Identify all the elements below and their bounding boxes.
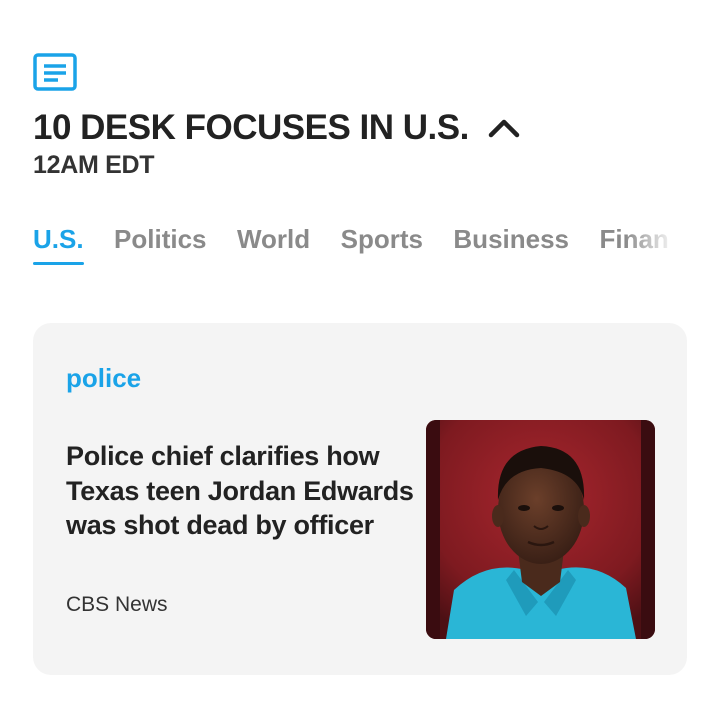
news-page: 10 DESK FOCUSES IN U.S. 12AM EDT U.S. Po…: [0, 0, 720, 706]
article-headline[interactable]: Police chief clarifies how Texas teen Jo…: [66, 439, 416, 543]
tab-world[interactable]: World: [237, 224, 310, 269]
page-title: 10 DESK FOCUSES IN U.S.: [33, 108, 469, 147]
category-tabs: U.S. Politics World Sports Business Fina…: [33, 224, 685, 278]
chevron-up-icon[interactable]: [487, 117, 521, 139]
timestamp: 12AM EDT: [33, 151, 155, 179]
tabs-fade-overlay: [625, 224, 685, 278]
tab-politics[interactable]: Politics: [114, 224, 206, 269]
document-icon: [33, 53, 77, 91]
tab-sports[interactable]: Sports: [341, 224, 423, 269]
article-thumbnail[interactable]: [426, 420, 655, 639]
article-card[interactable]: police Police chief clarifies how Texas …: [33, 323, 687, 675]
article-source: CBS News: [66, 593, 168, 616]
tab-us[interactable]: U.S.: [33, 224, 84, 269]
header-row[interactable]: 10 DESK FOCUSES IN U.S.: [33, 108, 521, 148]
article-category[interactable]: police: [66, 363, 141, 394]
tab-business[interactable]: Business: [453, 224, 569, 269]
